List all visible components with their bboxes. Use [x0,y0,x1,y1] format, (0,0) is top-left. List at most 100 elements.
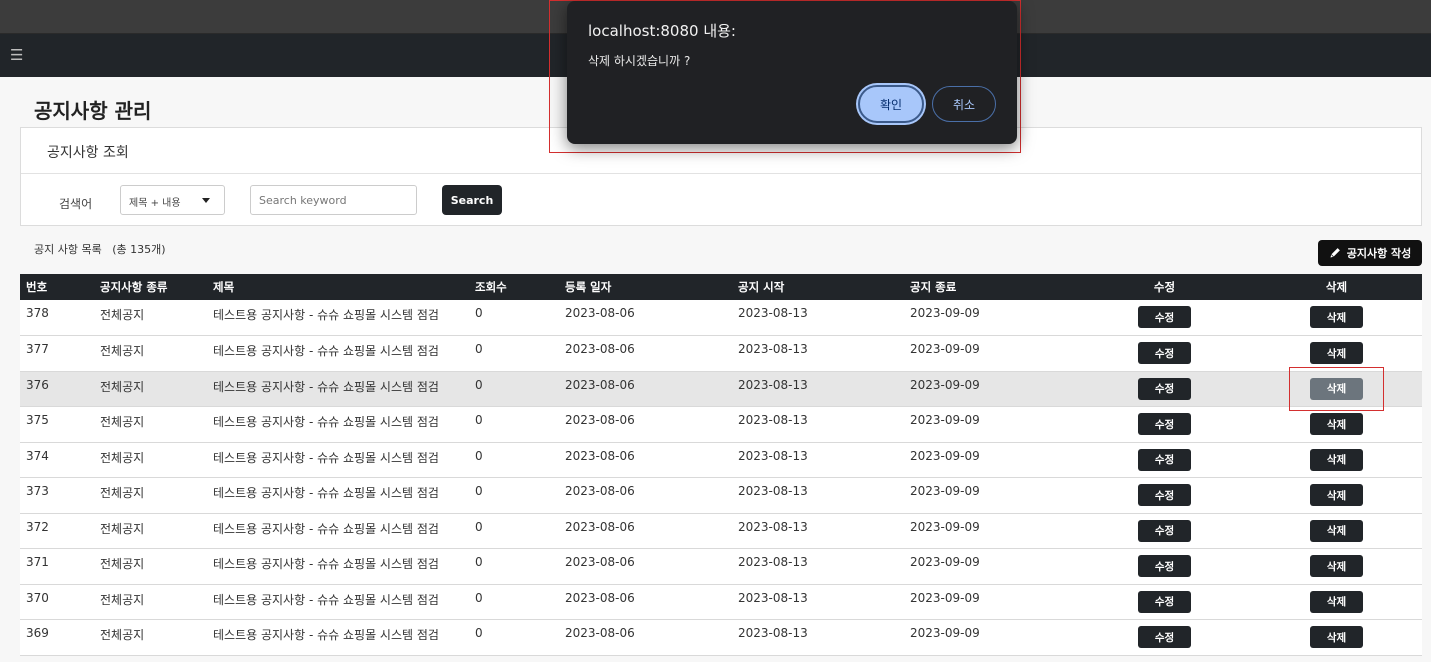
cell-views: 0 [475,306,483,320]
cell-start: 2023-08-13 [738,626,808,640]
search-input[interactable] [250,185,417,215]
cell-end: 2023-09-09 [910,448,980,463]
cell-title: 테스트용 공지사항 - 슈슈 쇼핑몰 시스템 점검 [213,450,439,465]
write-notice-button[interactable]: 공지사항 작성 [1318,240,1422,266]
cell-end: 2023-09-09 [910,484,980,498]
cell-type: 전체공지 [100,521,145,536]
edit-button[interactable]: 수정 [1138,448,1191,471]
cell-created: 2023-08-06 [565,484,635,498]
cell-type: 전체공지 [100,628,145,642]
write-notice-label: 공지사항 작성 [1346,247,1412,260]
table-row: 373 전체공지 테스트용 공지사항 - 슈슈 쇼핑몰 시스템 점검 0 2023-08… [20,477,1422,514]
cell-edit: 수정 [1078,549,1251,585]
table-row: 375 전체공지 테스트용 공지사항 - 슈슈 쇼핑몰 시스템 점검 0 2023-08… [20,406,1422,443]
confirm-dialog: localhost:8080 내용: 삭제 하시겠습니까 ? 확인 취소 [567,1,1017,144]
cell-start: 2023-08-13 [738,555,808,569]
cell-type: 전체공지 [100,344,145,358]
hamburger-icon[interactable]: ☰ [10,47,23,63]
cell-no: 371 [26,555,49,569]
cell-views: 0 [475,519,483,534]
cell-views: 0 [475,448,483,463]
delete-button[interactable]: 삭제 [1310,377,1363,400]
delete-button[interactable]: 삭제 [1310,519,1363,542]
cell-edit: 수정 [1078,442,1251,478]
column-header: 공지 시작 [738,280,785,294]
cell-delete: 삭제 [1251,513,1422,549]
cell-created: 2023-08-06 [565,448,635,463]
page-title: 공지사항 관리 [34,99,152,123]
cell-end: 2023-09-09 [910,377,980,392]
cell-no: 374 [26,448,49,463]
cell-created: 2023-08-06 [565,626,635,640]
table-row: 377 전체공지 테스트용 공지사항 - 슈슈 쇼핑몰 시스템 점검 0 2023-08… [20,335,1422,371]
cell-edit: 수정 [1078,371,1251,407]
edit-button[interactable]: 수정 [1138,555,1191,577]
cell-edit: 수정 [1078,407,1251,443]
cell-delete: 삭제 [1251,300,1422,336]
delete-button[interactable]: 삭제 [1310,413,1363,435]
cell-start: 2023-08-13 [738,484,808,498]
cell-created: 2023-08-06 [565,342,635,356]
cell-edit: 수정 [1078,513,1251,549]
delete-button[interactable]: 삭제 [1310,448,1363,471]
cell-title: 테스트용 공지사항 - 슈슈 쇼핑몰 시스템 점검 [213,415,439,429]
table-row: 372 전체공지 테스트용 공지사항 - 슈슈 쇼핑몰 시스템 점검 0 2023-08… [20,513,1422,549]
cell-type: 전체공지 [100,557,145,571]
table-row: 369 전체공지 테스트용 공지사항 - 슈슈 쇼핑몰 시스템 점검 0 2023-08… [20,619,1422,656]
table-row: 371 전체공지 테스트용 공지사항 - 슈슈 쇼핑몰 시스템 점검 0 2023-08… [20,548,1422,585]
cell-delete: 삭제 [1251,407,1422,443]
cell-views: 0 [475,555,483,569]
cell-title: 테스트용 공지사항 - 슈슈 쇼핑몰 시스템 점검 [213,521,439,536]
cell-views: 0 [475,590,483,605]
column-header: 공지 종료 [910,280,957,294]
edit-button[interactable]: 수정 [1138,342,1191,364]
cell-end: 2023-09-09 [910,590,980,605]
delete-button[interactable]: 삭제 [1310,626,1363,648]
delete-button[interactable]: 삭제 [1310,555,1363,577]
column-header: 삭제 [1325,280,1348,294]
cancel-button[interactable]: 취소 [932,86,996,122]
edit-button[interactable]: 수정 [1138,413,1191,435]
table-row: 376 전체공지 테스트용 공지사항 - 슈슈 쇼핑몰 시스템 점검 0 2023-08… [20,371,1422,407]
cell-title: 테스트용 공지사항 - 슈슈 쇼핑몰 시스템 점검 [213,628,439,642]
dialog-message: 삭제 하시겠습니까 ? [588,54,691,68]
column-header: 등록 일자 [565,280,612,294]
delete-button[interactable]: 삭제 [1310,590,1363,613]
cell-title: 테스트용 공지사항 - 슈슈 쇼핑몰 시스템 점검 [213,592,439,607]
delete-button[interactable]: 삭제 [1310,342,1363,364]
delete-button[interactable]: 삭제 [1310,306,1363,328]
search-button[interactable]: Search [442,185,502,215]
edit-button[interactable]: 수정 [1138,626,1191,648]
cell-end: 2023-09-09 [910,342,980,356]
cell-created: 2023-08-06 [565,413,635,427]
cell-views: 0 [475,342,483,356]
cell-delete: 삭제 [1251,478,1422,514]
column-header: 공지사항 종류 [100,280,168,294]
cell-end: 2023-09-09 [910,413,980,427]
cell-delete: 삭제 [1251,549,1422,585]
cell-start: 2023-08-13 [738,342,808,356]
cell-created: 2023-08-06 [565,306,635,320]
cell-title: 테스트용 공지사항 - 슈슈 쇼핑몰 시스템 점검 [213,344,439,358]
cell-type: 전체공지 [100,486,145,500]
cell-edit: 수정 [1078,620,1251,656]
edit-button[interactable]: 수정 [1138,484,1191,506]
cell-created: 2023-08-06 [565,555,635,569]
cell-no: 376 [26,377,49,392]
search-type-select[interactable]: 제목 + 내용 [120,185,225,215]
cell-delete: 삭제 [1251,620,1422,656]
edit-button[interactable]: 수정 [1138,306,1191,328]
search-type-value: 제목 + 내용 [129,198,181,209]
column-header: 수정 [1153,280,1176,294]
confirm-button[interactable]: 확인 [858,85,924,123]
cell-views: 0 [475,413,483,427]
cell-created: 2023-08-06 [565,377,635,392]
edit-button[interactable]: 수정 [1138,377,1191,400]
cell-start: 2023-08-13 [738,377,808,392]
delete-button[interactable]: 삭제 [1310,484,1363,506]
edit-button[interactable]: 수정 [1138,590,1191,613]
cell-views: 0 [475,377,483,392]
edit-button[interactable]: 수정 [1138,519,1191,542]
column-header: 번호 [26,280,48,294]
cell-end: 2023-09-09 [910,306,980,320]
